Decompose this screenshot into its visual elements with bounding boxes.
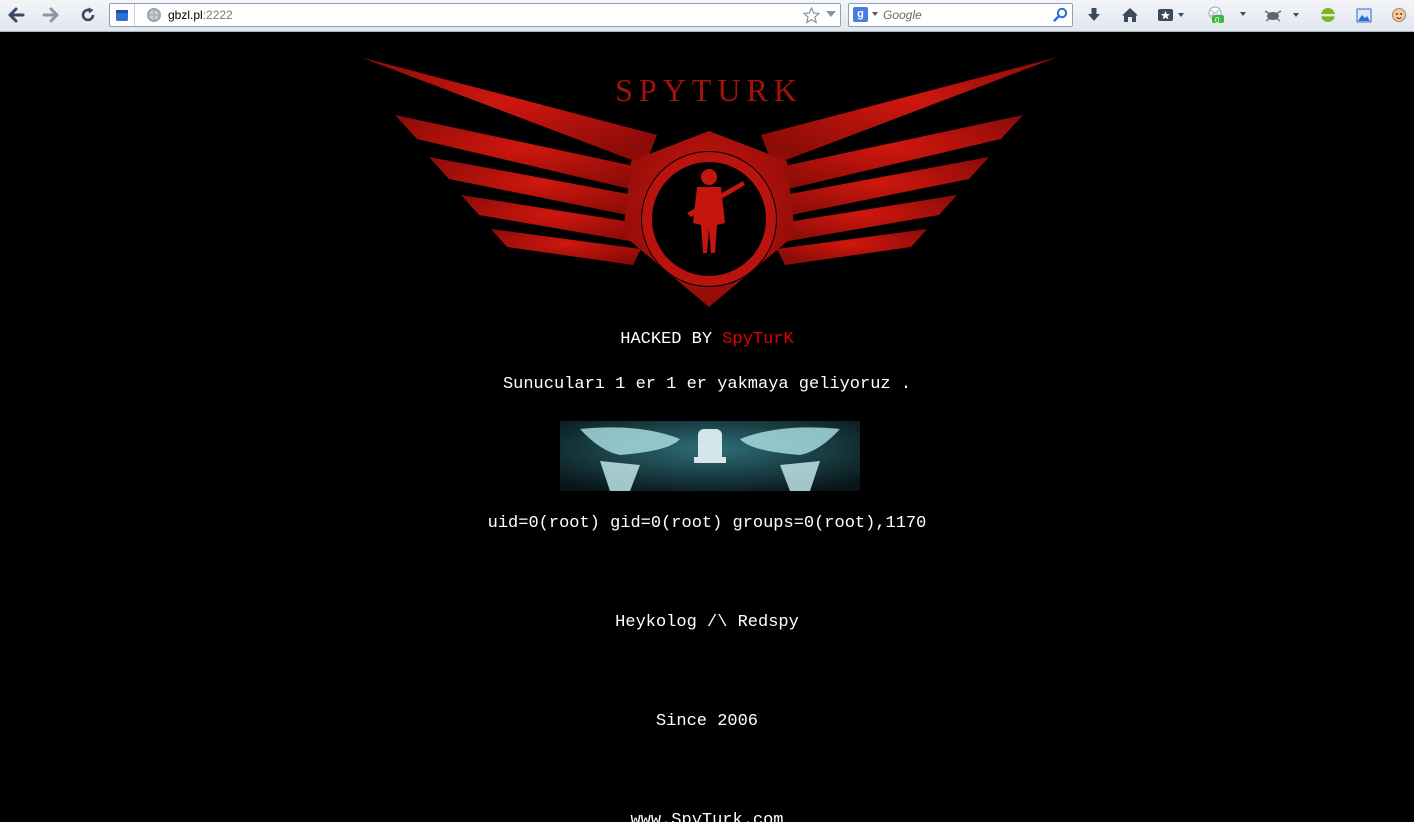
hacked-by-line: HACKED BY SpyTurK — [0, 330, 1414, 349]
browser-toolbar: gbzl.pl:2222 g 0 — [0, 0, 1414, 32]
bug-icon — [1264, 10, 1299, 22]
hacker-name: SpyTurK — [722, 330, 794, 349]
forward-button[interactable] — [39, 4, 63, 26]
addon-button[interactable]: 0 — [1202, 4, 1250, 26]
home-button[interactable] — [1118, 4, 1142, 26]
logo-text: SPYTURK — [615, 72, 803, 108]
site-identity-icon — [116, 10, 128, 21]
page-content: SPYTURK HACKED BY SpyTurK Sunucuları 1 e… — [0, 33, 1414, 822]
back-icon — [8, 7, 25, 23]
bookmarks-icon — [1158, 9, 1184, 21]
slogan-text: Sunucuları 1 er 1 er yakmaya geliyoruz . — [502, 375, 912, 394]
dropdown-icon — [872, 12, 878, 16]
green-button[interactable] — [1316, 4, 1340, 26]
bookmarks-button[interactable] — [1154, 4, 1188, 26]
url-bar[interactable]: gbzl.pl:2222 — [109, 3, 841, 27]
search-bar[interactable]: g — [848, 3, 1073, 27]
hacked-by-prefix: HACKED BY — [620, 330, 723, 349]
face-icon — [1392, 8, 1406, 22]
addon-badge: 0 — [1215, 16, 1220, 25]
image-icon — [1356, 8, 1372, 22]
search-input[interactable] — [883, 7, 1048, 23]
dropdown-icon[interactable] — [826, 10, 836, 18]
home-icon — [1122, 8, 1138, 22]
search-icon[interactable] — [1053, 7, 1068, 22]
downloads-button[interactable] — [1082, 4, 1106, 26]
green-circle-icon — [1321, 8, 1335, 22]
spyturk-logo: SPYTURK — [360, 57, 1058, 307]
site-identity-button[interactable] — [110, 4, 135, 26]
uid-output: uid=0(root) gid=0(root) groups=0(root),1… — [487, 514, 927, 533]
star-icon[interactable] — [803, 7, 820, 24]
addon-icon — [1208, 6, 1246, 23]
url-host: gbzl.pl — [168, 8, 203, 22]
authors-text: Heykolog /\ Redspy — [615, 613, 799, 632]
globe-icon — [147, 8, 161, 22]
reload-button[interactable] — [76, 4, 100, 26]
face-button[interactable] — [1387, 4, 1411, 26]
image-button[interactable] — [1352, 4, 1376, 26]
url-text[interactable]: gbzl.pl:2222 — [168, 8, 233, 22]
site-url-link[interactable]: www.SpyTurk.com — [0, 811, 1414, 822]
url-port: :2222 — [202, 8, 233, 22]
search-engine-button[interactable]: g — [853, 7, 868, 22]
since-text: Since 2006 — [655, 712, 759, 731]
download-icon — [1088, 8, 1100, 21]
back-button[interactable] — [4, 4, 28, 26]
forward-icon — [42, 7, 59, 23]
reload-icon — [81, 7, 95, 22]
xray-image — [560, 421, 860, 491]
bug-button[interactable] — [1260, 4, 1306, 26]
